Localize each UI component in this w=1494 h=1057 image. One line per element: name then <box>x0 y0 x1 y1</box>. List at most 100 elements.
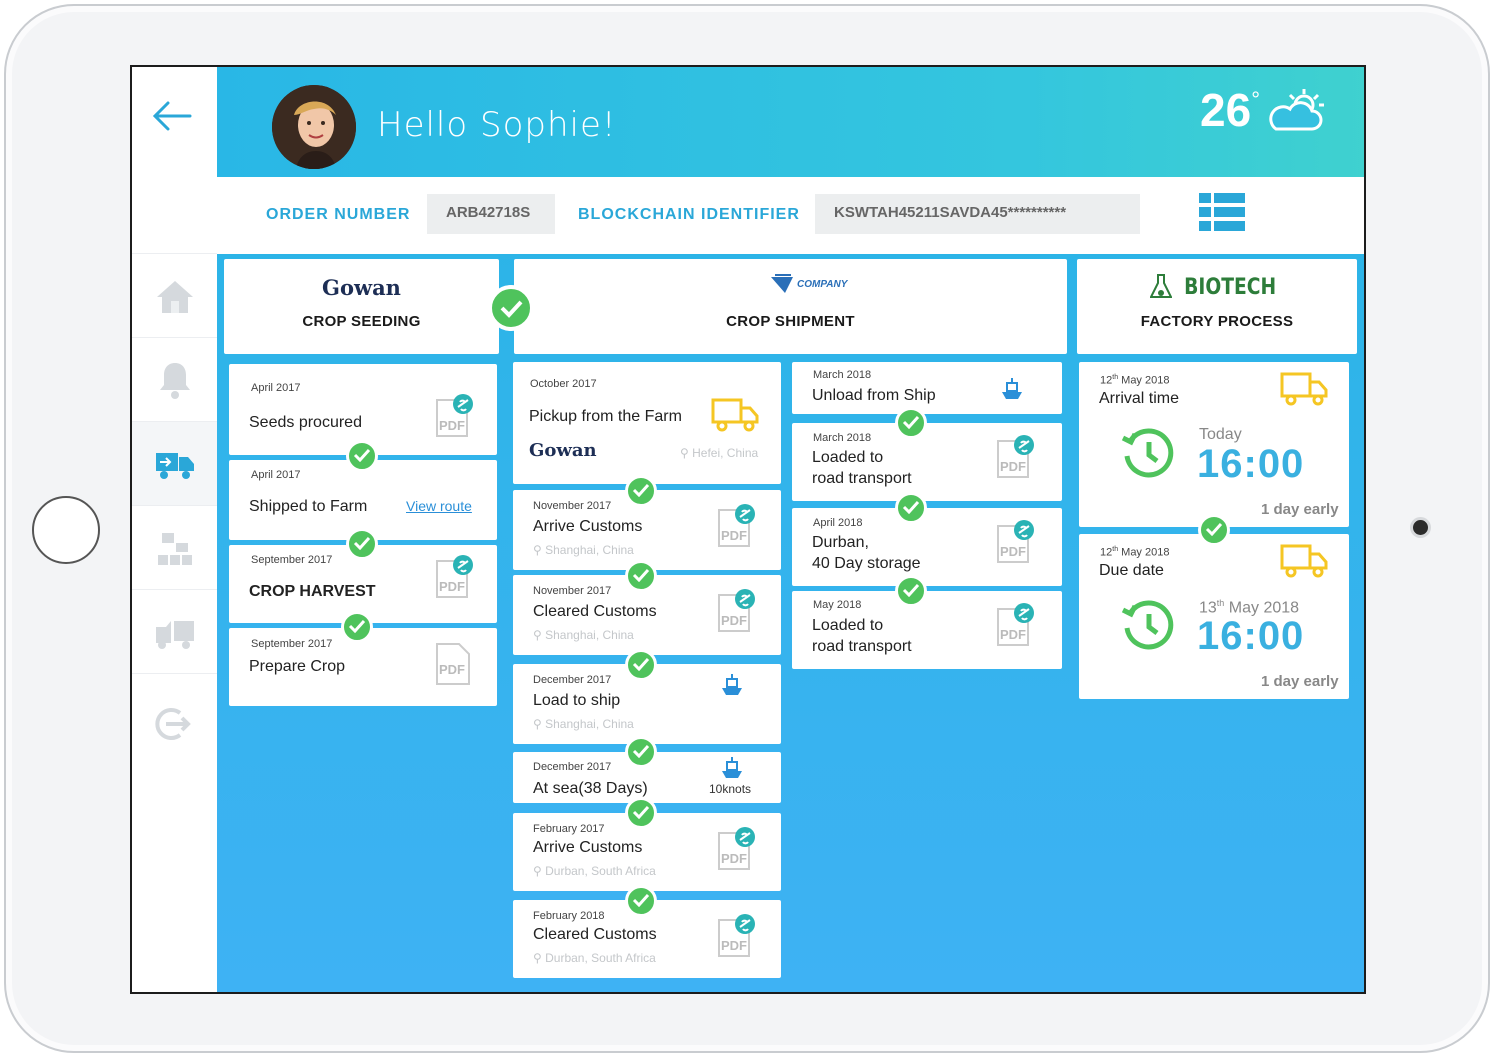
header-bar: Hello Sophie! 26 ° <box>217 67 1364 177</box>
ship-icon <box>1002 378 1022 399</box>
step-check-icon <box>895 575 927 607</box>
step-check-icon <box>346 528 378 560</box>
pdf-link-icon[interactable]: PDF <box>717 504 755 548</box>
card-title: Prepare Crop <box>249 658 346 675</box>
sidebar-item-warehouse[interactable] <box>132 505 217 589</box>
svg-text:PDF: PDF <box>1000 627 1026 642</box>
sidebar-item-logistics[interactable] <box>132 589 217 673</box>
card-date: November 2017 <box>533 500 612 512</box>
card-date: February 2018 <box>533 910 605 922</box>
sidebar-item-shipment[interactable] <box>132 421 217 505</box>
card-date: December 2017 <box>533 674 612 686</box>
due-time: 16:00 <box>1197 614 1305 658</box>
ship-icon <box>722 757 742 778</box>
step-check-icon <box>625 475 657 507</box>
sidebar <box>132 67 217 992</box>
list-view-icon[interactable] <box>1199 193 1245 231</box>
step-check-icon <box>346 440 378 472</box>
card-date: March 2018 <box>813 432 872 444</box>
early-note: 1 day early <box>1261 673 1339 690</box>
user-avatar[interactable] <box>272 85 356 169</box>
sidebar-item-logout[interactable] <box>132 673 217 773</box>
svg-text:PDF: PDF <box>439 579 465 594</box>
location: ⚲ Shanghai, China <box>533 628 634 642</box>
sidebar-item-notifications[interactable] <box>132 337 217 421</box>
card-title: Seeds procured <box>249 414 362 431</box>
back-arrow-icon[interactable] <box>150 99 194 133</box>
step-check-icon <box>895 492 927 524</box>
card-date: 12th May 2018 <box>1100 546 1170 559</box>
card-title: Load to ship <box>533 692 621 709</box>
column-title: CROP SEEDING <box>302 313 421 330</box>
pdf-link-icon[interactable]: PDF <box>717 827 755 871</box>
card-title-line2: 40 Day storage <box>812 555 921 572</box>
card-title-line1: Loaded to <box>812 617 884 634</box>
svg-text:PDF: PDF <box>721 851 747 866</box>
order-info-bar: ORDER NUMBER ARB42718S BLOCKCHAIN IDENTI… <box>217 177 1364 254</box>
transport-card[interactable]: April 2018 Durban, 40 Day storage PDF <box>792 508 1062 586</box>
biotech-logo-text: BIOTECH <box>1183 274 1277 300</box>
card-title-line1: Durban, <box>812 534 869 551</box>
svg-text:PDF: PDF <box>1000 459 1026 474</box>
pdf-link-icon[interactable]: PDF <box>996 603 1034 647</box>
truck-icon <box>1280 544 1328 578</box>
card-date: September 2017 <box>251 638 333 650</box>
company-logo-text: COMPANY <box>797 278 848 290</box>
factory-card-due[interactable]: 12th May 2018 Due date 13th May 2018 16:… <box>1079 534 1349 699</box>
card-title: Shipped to Farm <box>249 498 368 515</box>
svg-text:PDF: PDF <box>721 613 747 628</box>
home-icon <box>156 280 193 313</box>
transport-card[interactable]: May 2018 Loaded to road transport PDF <box>792 591 1062 669</box>
location: ⚲ Shanghai, China <box>533 543 634 557</box>
degree-symbol: ° <box>1251 87 1260 112</box>
camera <box>1413 520 1428 535</box>
location: ⚲ Durban, South Africa <box>533 951 656 965</box>
home-button[interactable] <box>32 496 100 564</box>
ship-speed: 10knots <box>709 782 752 796</box>
card-date: December 2017 <box>533 761 612 773</box>
transport-card[interactable]: March 2018 Loaded to road transport PDF <box>792 423 1062 501</box>
gowan-logo: Gowan <box>322 275 401 300</box>
truck-icon <box>711 398 759 432</box>
step-check-icon <box>625 649 657 681</box>
truck-icon <box>1280 372 1328 406</box>
shipment-card[interactable]: October 2017 Pickup from the Farm Gowan … <box>513 362 781 484</box>
svg-text:PDF: PDF <box>1000 544 1026 559</box>
pdf-icon[interactable]: PDF <box>435 642 473 686</box>
card-title: Arrival time <box>1099 390 1180 407</box>
sidebar-item-home[interactable] <box>132 253 217 337</box>
card-date: May 2018 <box>813 599 862 611</box>
pdf-link-icon[interactable]: PDF <box>717 914 755 958</box>
temperature: 26 <box>1200 84 1252 136</box>
card-date: 12th May 2018 <box>1100 374 1170 387</box>
pdf-link-icon[interactable]: PDF <box>717 589 755 633</box>
pdf-link-icon[interactable]: PDF <box>996 435 1034 479</box>
transport-card[interactable]: March 2018 Unload from Ship <box>792 362 1062 414</box>
card-title-line2: road transport <box>812 638 912 655</box>
step-check-icon <box>625 797 657 829</box>
factory-card-arrival[interactable]: 12th May 2018 Arrival time Today 16:00 1… <box>1079 362 1349 527</box>
biotech-logo: BIOTECH <box>1077 273 1357 301</box>
location: ⚲ Shanghai, China <box>533 717 634 731</box>
step-check-icon <box>625 736 657 768</box>
logout-icon <box>154 707 191 740</box>
truck-loading-icon <box>155 620 194 649</box>
card-title: Pickup from the Farm <box>529 408 682 425</box>
order-number-label: ORDER NUMBER <box>266 206 411 223</box>
partly-cloudy-icon <box>1269 89 1324 131</box>
column-title: CROP SHIPMENT <box>726 313 855 330</box>
pdf-link-icon[interactable]: PDF <box>435 555 473 599</box>
early-note: 1 day early <box>1261 501 1339 518</box>
arrival-time: 16:00 <box>1197 442 1305 486</box>
pdf-link-icon[interactable]: PDF <box>435 394 473 438</box>
card-title: CROP HARVEST <box>249 583 376 600</box>
bell-icon <box>159 362 190 399</box>
pdf-link-icon[interactable]: PDF <box>996 520 1034 564</box>
greeting-text: Hello Sophie! <box>377 105 617 145</box>
view-route-link[interactable]: View route <box>406 498 472 514</box>
completed-check-icon <box>488 285 534 331</box>
order-number-value: ARB42718S <box>427 194 555 234</box>
card-title: Arrive Customs <box>533 518 643 535</box>
step-check-icon <box>895 407 927 439</box>
column-crop-seeding: Gowan CROP SEEDING <box>224 259 499 354</box>
